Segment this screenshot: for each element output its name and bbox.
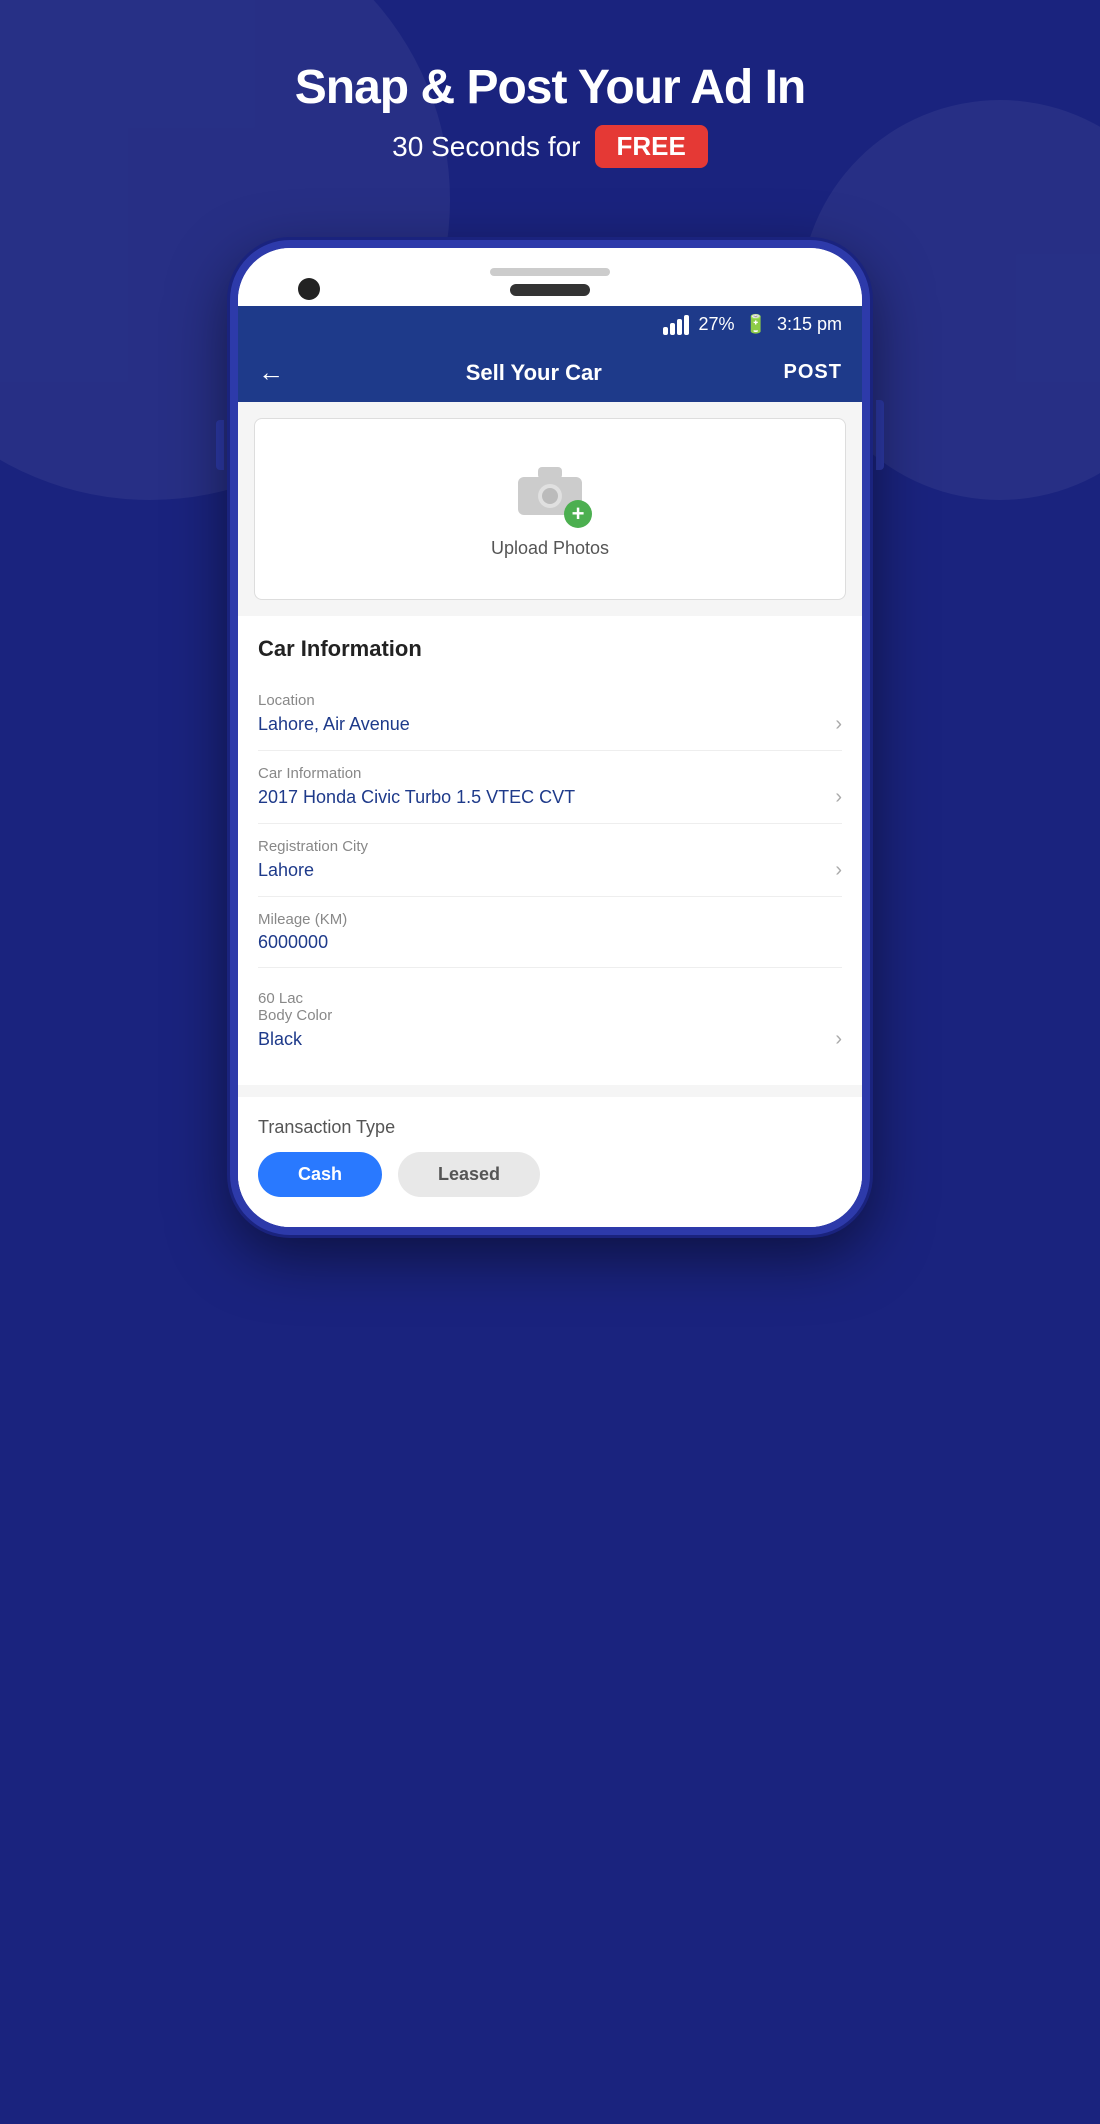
plus-circle: + [564, 500, 592, 528]
signal-bar-2 [670, 323, 675, 335]
battery-icon: 🔋 [745, 314, 767, 335]
transaction-label: Transaction Type [258, 1117, 842, 1138]
signal-bars [663, 315, 689, 335]
car-info-chevron: › [835, 786, 842, 809]
back-button[interactable]: ← [258, 357, 284, 388]
body-color-chevron: › [835, 1028, 842, 1051]
hero-subtitle: 30 Seconds for FREE [0, 125, 1100, 168]
leased-button[interactable]: Leased [398, 1152, 540, 1197]
car-info-label: Car Information [258, 765, 842, 782]
status-bar: 27% 🔋 3:15 pm [238, 306, 862, 343]
registration-city-chevron: › [835, 859, 842, 882]
phone-wrapper: 27% 🔋 3:15 pm ← Sell Your Car POST [230, 240, 870, 1235]
phone-home-indicator [510, 284, 590, 296]
phone-top-bar [238, 248, 862, 306]
signal-bar-3 [677, 319, 682, 335]
registration-city-row[interactable]: Registration City Lahore › [258, 824, 842, 897]
location-row[interactable]: Location Lahore, Air Avenue › [258, 678, 842, 751]
phone-frame: 27% 🔋 3:15 pm ← Sell Your Car POST [230, 240, 870, 1235]
app-header: ← Sell Your Car POST [238, 343, 862, 402]
car-info-section: Car Information Location Lahore, Air Ave… [238, 616, 862, 1085]
page-title: Sell Your Car [466, 360, 602, 386]
phone-vol-button [216, 420, 224, 470]
mileage-value: 6000000 [258, 932, 842, 953]
registration-city-value: Lahore › [258, 859, 842, 882]
location-value: Lahore, Air Avenue › [258, 713, 842, 736]
battery-percentage: 27% [699, 314, 735, 335]
phone-camera [298, 278, 320, 300]
phone-content: + Upload Photos Car Information Location… [238, 402, 862, 1227]
signal-bar-1 [663, 327, 668, 335]
signal-bar-4 [684, 315, 689, 335]
plus-icon: + [572, 503, 585, 525]
hero-header: Snap & Post Your Ad In 30 Seconds for FR… [0, 60, 1100, 168]
car-info-title: Car Information [258, 636, 842, 662]
transaction-buttons: Cash Leased [258, 1152, 842, 1197]
post-button[interactable]: POST [784, 361, 842, 384]
phone-speaker [490, 268, 610, 276]
body-color-label: Body Color [258, 1007, 842, 1024]
registration-city-label: Registration City [258, 838, 842, 855]
hero-headline: Snap & Post Your Ad In [0, 60, 1100, 115]
mileage-label: Mileage (KM) [258, 911, 842, 928]
car-info-row[interactable]: Car Information 2017 Honda Civic Turbo 1… [258, 751, 842, 824]
status-time: 3:15 pm [777, 314, 842, 335]
price-label: 60 Lac [258, 982, 842, 1007]
upload-photos-label: Upload Photos [491, 538, 609, 559]
location-chevron: › [835, 713, 842, 736]
free-badge: FREE [595, 125, 708, 168]
car-info-value: 2017 Honda Civic Turbo 1.5 VTEC CVT › [258, 786, 842, 809]
body-color-value: Black › [258, 1028, 842, 1051]
mileage-row[interactable]: Mileage (KM) 6000000 [258, 897, 842, 968]
cash-button[interactable]: Cash [258, 1152, 382, 1197]
location-label: Location [258, 692, 842, 709]
upload-section[interactable]: + Upload Photos [254, 418, 846, 600]
phone-power-button [876, 400, 884, 470]
camera-icon-wrap: + [514, 459, 586, 524]
body-color-row[interactable]: 60 Lac Body Color Black › [258, 968, 842, 1065]
transaction-section: Transaction Type Cash Leased [238, 1097, 862, 1227]
subtitle-text: 30 Seconds for [392, 131, 580, 163]
